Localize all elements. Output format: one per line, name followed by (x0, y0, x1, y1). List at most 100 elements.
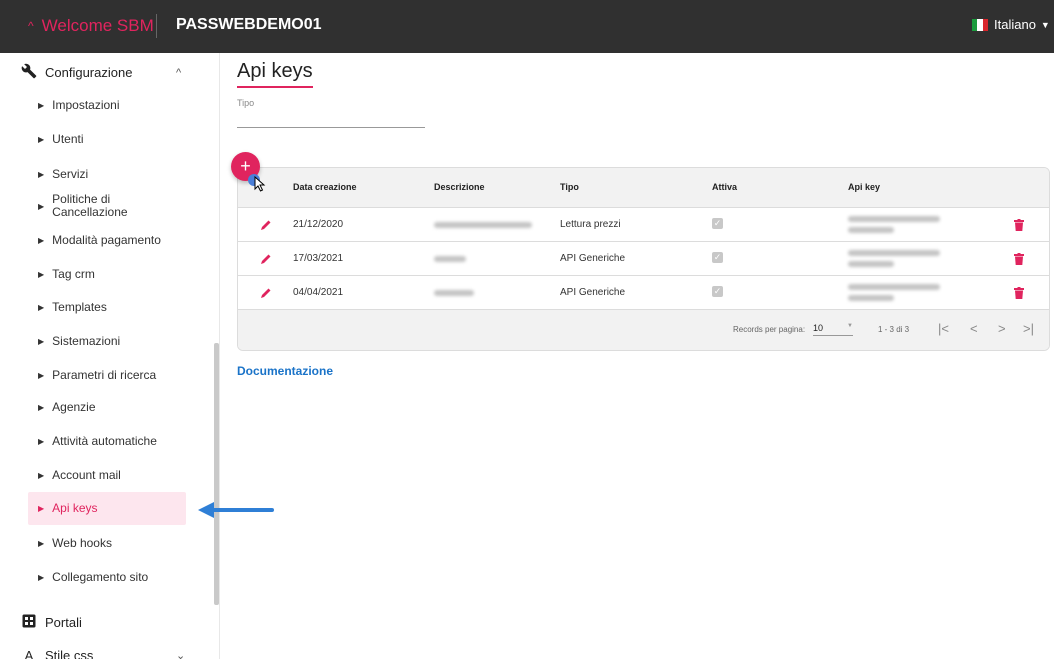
pencil-icon[interactable] (260, 253, 272, 265)
column-header[interactable]: Attiva (712, 182, 737, 192)
sidebar-item-label: Utenti (52, 131, 84, 146)
triangle-right-icon: ▶ (38, 504, 45, 513)
sidebar-scrollbar[interactable] (214, 343, 219, 605)
text-style-icon: A (24, 648, 34, 659)
caret-down-icon: ▼ (1040, 19, 1050, 30)
triangle-right-icon: ▶ (38, 134, 45, 144)
sidebar-item-label: Impostazioni (52, 97, 120, 112)
chevron-up-icon: ^ (28, 19, 34, 33)
cell-date: 21/12/2020 (293, 219, 344, 230)
sidebar-item-label: Collegamento sito (52, 569, 149, 584)
title-underline (237, 86, 313, 88)
sidebar-item-tag-crm[interactable]: ▶ Tag crm (28, 267, 186, 281)
pencil-icon[interactable] (260, 219, 272, 231)
table-row[interactable]: 04/04/2021 API Generiche ✓ (238, 276, 1049, 310)
app-name: PASSWEBDEMO01 (176, 16, 322, 33)
triangle-right-icon: ▶ (38, 336, 45, 346)
sidebar-item-label: Agenzie (52, 399, 96, 414)
triangle-right-icon: ▶ (38, 235, 45, 245)
first-page-icon[interactable]: |< (938, 321, 949, 336)
sidebar-item-label: Parametri di ricerca (52, 367, 157, 382)
sidebar-item-utenti[interactable]: ▶ Utenti (28, 132, 186, 146)
sidebar-item-attivita-automatiche[interactable]: ▶ Attività automatiche (28, 434, 186, 448)
sidebar-section-stile-css[interactable]: A Stile css ⌄ (20, 648, 186, 659)
table-row[interactable]: 21/12/2020 Lettura prezzi ✓ (238, 208, 1049, 242)
triangle-right-icon: ▶ (38, 302, 45, 312)
active-checkbox: ✓ (712, 286, 723, 297)
sidebar-item-impostazioni[interactable]: ▶ Impostazioni (28, 98, 186, 112)
cell-api-key-redacted (848, 250, 940, 256)
pagination-range: 1 - 3 di 3 (878, 325, 910, 334)
triangle-right-icon: ▶ (38, 201, 45, 211)
trash-icon[interactable] (1014, 219, 1024, 231)
table-pagination: Records per pagina: 10 ▼ 1 - 3 di 3 |< <… (238, 310, 1049, 350)
sidebar-item-agenzie[interactable]: ▶ Agenzie (28, 400, 186, 414)
active-checkbox: ✓ (712, 252, 723, 263)
triangle-right-icon: ▶ (38, 436, 45, 446)
sidebar-section-label: Stile css (45, 648, 94, 659)
column-header[interactable]: Tipo (560, 182, 579, 192)
portal-icon (20, 614, 38, 631)
sidebar-item-servizi[interactable]: ▶ Servizi (28, 167, 186, 181)
sidebar-item-label: Sistemazioni (52, 333, 121, 348)
triangle-right-icon: ▶ (38, 370, 45, 380)
page-title: Api keys (237, 60, 313, 82)
cell-description-redacted (434, 290, 474, 296)
sidebar-item-label: Web hooks (52, 535, 112, 550)
sidebar-item-parametri-ricerca[interactable]: ▶ Parametri di ricerca (28, 368, 186, 382)
sidebar-item-politiche-cancellazione[interactable]: ▶ Politiche di Cancellazione (28, 192, 148, 220)
sidebar-section-label: Configurazione (45, 65, 133, 80)
previous-page-icon[interactable]: < (970, 321, 978, 336)
triangle-right-icon: ▶ (38, 538, 45, 548)
column-header[interactable]: Descrizione (434, 182, 485, 192)
wrench-icon (20, 63, 38, 82)
cell-tipo: Lettura prezzi (560, 219, 621, 230)
sidebar-section-portali[interactable]: Portali (20, 614, 82, 631)
triangle-right-icon: ▶ (38, 572, 45, 582)
column-header[interactable]: Data creazione (293, 182, 357, 192)
cell-tipo: API Generiche (560, 287, 626, 298)
language-selector[interactable]: Italiano ▼ (972, 17, 1050, 32)
sidebar-item-label: Account mail (52, 467, 121, 482)
last-page-icon[interactable]: >| (1023, 321, 1034, 336)
triangle-right-icon: ▶ (38, 402, 45, 412)
sidebar-item-sistemazioni[interactable]: ▶ Sistemazioni (28, 334, 186, 348)
tipo-filter-input[interactable] (237, 127, 425, 128)
mouse-cursor-icon (254, 176, 266, 192)
cell-api-key-redacted (848, 216, 940, 222)
italy-flag-icon (972, 18, 988, 31)
sidebar-item-label: Servizi (52, 166, 89, 181)
sidebar-item-web-hooks[interactable]: ▶ Web hooks (28, 536, 186, 550)
records-per-page-value: 10 (813, 323, 824, 333)
cell-description-redacted (434, 256, 466, 262)
cell-api-key-redacted (848, 261, 894, 267)
sidebar-item-collegamento-sito[interactable]: ▶ Collegamento sito (28, 570, 186, 584)
api-keys-table: Data creazione Descrizione Tipo Attiva A… (237, 167, 1050, 351)
column-header[interactable]: Api key (848, 182, 880, 192)
trash-icon[interactable] (1014, 287, 1024, 299)
sidebar-item-templates[interactable]: ▶ Templates (28, 300, 186, 314)
next-page-icon[interactable]: > (998, 321, 1006, 336)
sidebar-item-label: Attività automatiche (52, 433, 157, 448)
triangle-right-icon: ▶ (38, 169, 45, 179)
header-divider (156, 14, 157, 38)
top-bar: ^ Welcome SBM PASSWEBDEMO01 Italiano ▼ (0, 0, 1054, 53)
welcome-menu[interactable]: ^ Welcome SBM (28, 16, 154, 36)
sidebar-section-configurazione[interactable]: Configurazione ^ (20, 63, 181, 82)
plus-icon: + (240, 156, 251, 176)
sidebar-item-modalita-pagamento[interactable]: ▶ Modalità pagamento (28, 233, 186, 247)
sidebar-item-label: Politiche di Cancellazione (52, 192, 128, 219)
documentation-link[interactable]: Documentazione (237, 364, 333, 378)
chevron-down-icon: ⌄ (176, 650, 186, 659)
sidebar-item-label: Modalità pagamento (52, 232, 161, 247)
cell-date: 17/03/2021 (293, 253, 344, 264)
triangle-right-icon: ▶ (38, 100, 45, 110)
trash-icon[interactable] (1014, 253, 1024, 265)
pencil-icon[interactable] (260, 287, 272, 299)
table-row[interactable]: 17/03/2021 API Generiche ✓ (238, 242, 1049, 276)
sidebar-item-label: Templates (52, 299, 107, 314)
records-per-page-select[interactable]: 10 ▼ (813, 323, 853, 336)
sidebar-section-label: Portali (45, 615, 82, 630)
sidebar-item-api-keys[interactable]: ▶ Api keys (28, 492, 186, 525)
sidebar-item-account-mail[interactable]: ▶ Account mail (28, 468, 186, 482)
